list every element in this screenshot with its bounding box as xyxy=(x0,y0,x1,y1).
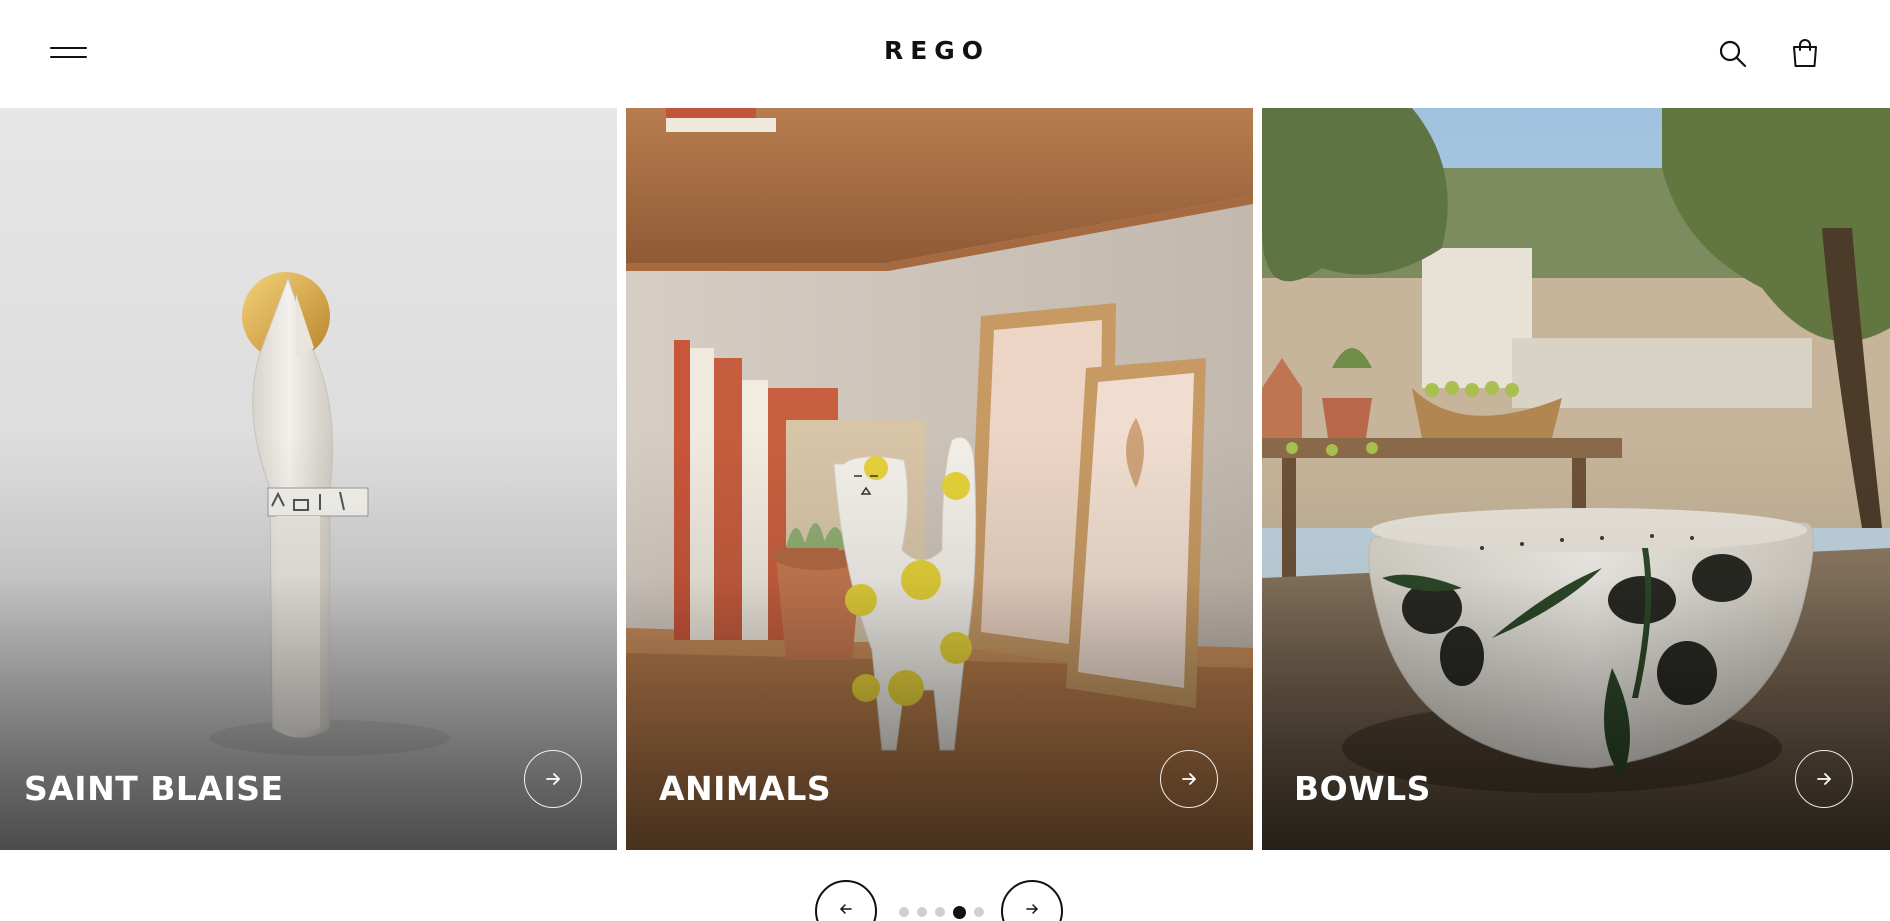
carousel-next-button[interactable] xyxy=(1001,880,1063,921)
carousel-dot[interactable] xyxy=(974,907,984,917)
category-card-animals[interactable]: ANIMALS xyxy=(626,108,1253,850)
carousel-dot[interactable] xyxy=(917,907,927,917)
carousel-prev-button[interactable] xyxy=(815,880,877,921)
shopping-bag-icon[interactable] xyxy=(1789,37,1821,69)
carousel-pagination xyxy=(899,905,984,919)
site-header: REGO xyxy=(0,0,1890,108)
card-title: ANIMALS xyxy=(659,769,832,808)
card-title: BOWLS xyxy=(1294,769,1431,808)
arrow-right-icon[interactable] xyxy=(524,750,582,808)
carousel-dot[interactable] xyxy=(899,907,909,917)
card-title: SAINT BLAISE xyxy=(24,769,284,808)
arrow-right-icon xyxy=(1026,904,1038,914)
page: REGO SAINT BLAISE ANIMALS BOWLS xyxy=(0,0,1890,921)
arrow-right-icon[interactable] xyxy=(1160,750,1218,808)
category-card-bowls[interactable]: BOWLS xyxy=(1262,108,1890,850)
search-icon[interactable] xyxy=(1717,38,1749,70)
arrow-left-icon xyxy=(840,904,852,914)
carousel-dot[interactable] xyxy=(935,907,945,917)
arrow-right-icon[interactable] xyxy=(1795,750,1853,808)
category-card-saint-blaise[interactable]: SAINT BLAISE xyxy=(0,108,617,850)
site-logo[interactable]: REGO xyxy=(0,36,1874,65)
carousel-dot-active[interactable] xyxy=(953,905,966,919)
